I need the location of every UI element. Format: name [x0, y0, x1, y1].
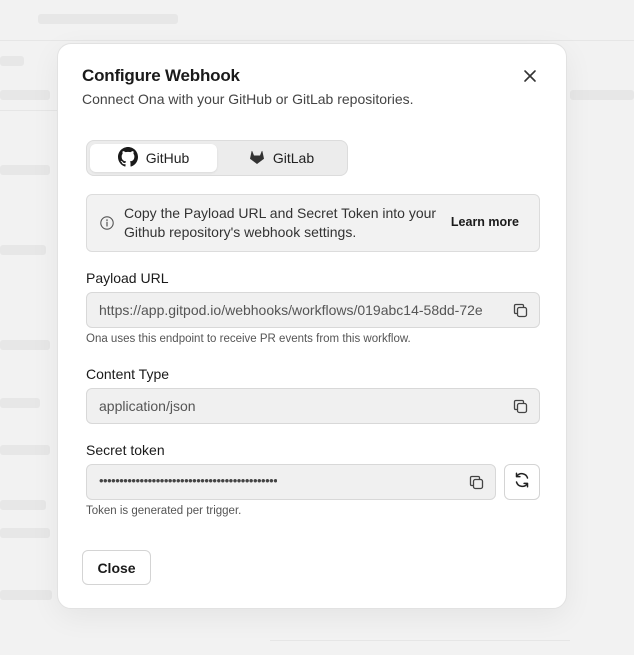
payload-url-field[interactable]: https://app.gitpod.io/webhooks/workflows…	[86, 292, 540, 328]
backdrop-text-line	[0, 500, 46, 510]
tab-gitlab-label: GitLab	[272, 150, 315, 166]
copy-icon[interactable]	[512, 302, 529, 319]
backdrop-text-line	[0, 528, 50, 538]
backdrop-text-line	[0, 56, 24, 66]
payload-url-help: Ona uses this endpoint to receive PR eve…	[86, 333, 411, 345]
content-type-field[interactable]: application/json	[86, 388, 540, 424]
info-banner: Copy the Payload URL and Secret Token in…	[86, 194, 540, 252]
github-icon	[117, 146, 138, 170]
close-button[interactable]: Close	[82, 550, 151, 585]
copy-icon[interactable]	[468, 474, 485, 491]
gitlab-icon	[249, 149, 265, 168]
backdrop-text-line	[0, 165, 50, 175]
backdrop-text-line	[0, 445, 50, 455]
backdrop-text-line	[0, 590, 52, 600]
info-icon	[99, 215, 115, 231]
secret-token-value: ••••••••••••••••••••••••••••••••••••••••…	[99, 473, 278, 488]
dialog-subtitle: Connect Ona with your GitHub or GitLab r…	[82, 91, 414, 107]
close-icon[interactable]	[520, 66, 540, 86]
provider-tabs: GitHub GitLab	[86, 140, 348, 176]
refresh-icon	[513, 471, 531, 494]
payload-url-label: Payload URL	[86, 270, 169, 286]
dialog-title: Configure Webhook	[82, 66, 240, 85]
content-type-value: application/json	[99, 398, 196, 414]
backdrop-text-line	[0, 340, 50, 350]
learn-more-link[interactable]: Learn more	[451, 215, 519, 229]
backdrop-text-line	[38, 14, 178, 24]
copy-icon[interactable]	[512, 398, 529, 415]
tab-github[interactable]: GitHub	[90, 144, 217, 172]
regenerate-token-button[interactable]	[504, 464, 540, 500]
content-type-label: Content Type	[86, 366, 170, 382]
backdrop-text-line	[0, 398, 40, 408]
payload-url-value: https://app.gitpod.io/webhooks/workflows…	[99, 302, 483, 318]
backdrop-text-line	[0, 90, 50, 100]
backdrop-text-line	[0, 245, 46, 255]
configure-webhook-dialog: Configure Webhook Connect Ona with your …	[57, 43, 567, 609]
backdrop-divider	[270, 640, 570, 641]
backdrop-divider	[0, 110, 57, 111]
tab-github-label: GitHub	[145, 150, 190, 166]
secret-token-field[interactable]: ••••••••••••••••••••••••••••••••••••••••…	[86, 464, 496, 500]
secret-token-label: Secret token	[86, 442, 165, 458]
backdrop-text-line	[570, 90, 634, 100]
secret-token-help: Token is generated per trigger.	[86, 505, 242, 517]
info-text: Copy the Payload URL and Secret Token in…	[124, 205, 437, 240]
tab-gitlab[interactable]: GitLab	[218, 144, 345, 172]
backdrop-divider	[0, 40, 634, 41]
